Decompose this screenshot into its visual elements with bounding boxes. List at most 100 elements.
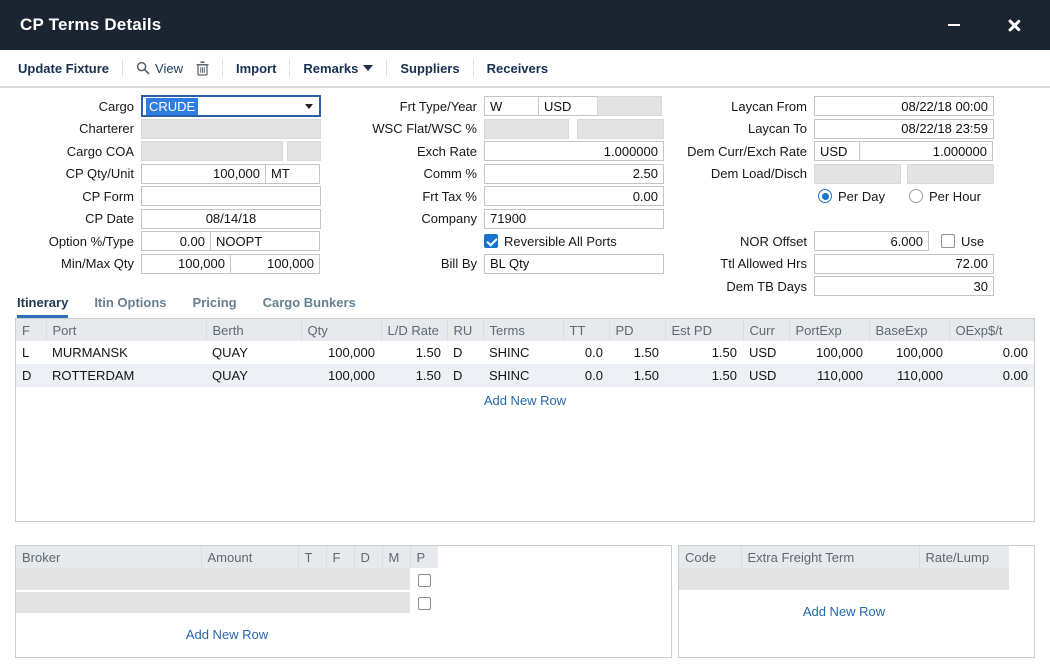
broker-add-new-row-link[interactable]: Add New Row (16, 627, 438, 642)
code-cell[interactable] (679, 568, 741, 591)
cell-est-pd[interactable]: 1.50 (665, 341, 743, 364)
reversible-checkbox[interactable] (484, 234, 498, 248)
broker-row-2[interactable] (16, 591, 438, 614)
cell-tt[interactable]: 0.0 (563, 341, 609, 364)
amount-cell[interactable] (201, 568, 298, 591)
cell-oexp[interactable]: 0.00 (949, 341, 1034, 364)
cell-portexp[interactable]: 110,000 (789, 364, 869, 387)
import-button[interactable]: Import (236, 61, 276, 76)
receivers-button[interactable]: Receivers (487, 61, 548, 76)
t-cell[interactable] (298, 568, 326, 591)
tab-itinerary[interactable]: Itinerary (17, 295, 68, 318)
rate-cell[interactable] (919, 568, 1009, 591)
cell-terms[interactable]: SHINC (483, 364, 563, 387)
cell-port[interactable]: MURMANSK (46, 341, 206, 364)
reversible-label: Reversible All Ports (504, 234, 617, 249)
delete-button[interactable] (196, 61, 209, 76)
cell-portexp[interactable]: 100,000 (789, 341, 869, 364)
cp-form-input[interactable] (141, 186, 321, 206)
extra-freight-panel: Code Extra Freight Term Rate/Lump Add Ne… (678, 545, 1035, 658)
tab-itin-options[interactable]: Itin Options (94, 295, 166, 318)
cell-terms[interactable]: SHINC (483, 341, 563, 364)
m-cell[interactable] (382, 568, 410, 591)
cp-date-input[interactable] (141, 209, 321, 229)
itinerary-row-1[interactable]: L MURMANSK QUAY 100,000 1.50 D SHINC 0.0… (16, 341, 1034, 364)
tab-cargo-bunkers[interactable]: Cargo Bunkers (263, 295, 356, 318)
minimize-icon (948, 24, 960, 27)
remarks-menu-button[interactable]: Remarks (303, 61, 373, 76)
cp-qty-input[interactable] (141, 164, 266, 184)
cell-est-pd[interactable]: 1.50 (665, 364, 743, 387)
max-qty-input[interactable] (230, 254, 320, 274)
dem-exch-rate-input[interactable] (859, 141, 993, 161)
frt-curr-input[interactable] (538, 96, 598, 116)
d-cell[interactable] (354, 591, 382, 614)
cell-qty[interactable]: 100,000 (301, 364, 381, 387)
broker-row-1[interactable] (16, 568, 438, 591)
nor-offset-input[interactable] (814, 231, 929, 251)
m-cell[interactable] (382, 591, 410, 614)
cell-tt[interactable]: 0.0 (563, 364, 609, 387)
d-cell[interactable] (354, 568, 382, 591)
cell-ru[interactable]: D (447, 364, 483, 387)
cell-ld-rate[interactable]: 1.50 (381, 341, 447, 364)
update-fixture-button[interactable]: Update Fixture (18, 61, 109, 76)
cell-f[interactable]: L (16, 341, 46, 364)
minimize-button[interactable] (946, 17, 962, 33)
bill-by-input[interactable] (484, 254, 664, 274)
broker-cell[interactable] (16, 568, 201, 591)
f-cell[interactable] (326, 568, 354, 591)
itinerary-add-new-row-link[interactable]: Add New Row (16, 393, 1034, 408)
itinerary-row-2[interactable]: D ROTTERDAM QUAY 100,000 1.50 D SHINC 0.… (16, 364, 1034, 387)
extra-freight-add-new-row-link[interactable]: Add New Row (679, 604, 1009, 619)
suppliers-button[interactable]: Suppliers (400, 61, 459, 76)
cell-baseexp[interactable]: 100,000 (869, 341, 949, 364)
view-button[interactable]: View (136, 61, 183, 76)
cell-baseexp[interactable]: 110,000 (869, 364, 949, 387)
cell-pd[interactable]: 1.50 (609, 341, 665, 364)
p-checkbox[interactable] (418, 574, 431, 587)
cell-oexp[interactable]: 0.00 (949, 364, 1034, 387)
cell-port[interactable]: ROTTERDAM (46, 364, 206, 387)
dem-tb-days-input[interactable] (814, 276, 994, 296)
charterer-row: Charterer (10, 118, 330, 141)
cell-berth[interactable]: QUAY (206, 341, 301, 364)
ttl-allowed-hrs-input[interactable] (814, 254, 994, 274)
cell-qty[interactable]: 100,000 (301, 341, 381, 364)
dem-curr-input[interactable] (814, 141, 860, 161)
cell-curr[interactable]: USD (743, 364, 789, 387)
wsc-label: WSC Flat/WSC % (350, 121, 484, 136)
exch-rate-input[interactable] (484, 141, 664, 161)
amount-cell[interactable] (201, 591, 298, 614)
term-cell[interactable] (741, 568, 919, 591)
cell-curr[interactable]: USD (743, 341, 789, 364)
cell-f[interactable]: D (16, 364, 46, 387)
per-day-radio[interactable] (818, 189, 832, 203)
per-hour-radio[interactable] (909, 189, 923, 203)
broker-header-row: Broker Amount T F D M P (16, 546, 438, 568)
cell-ld-rate[interactable]: 1.50 (381, 364, 447, 387)
option-pct-input[interactable] (141, 231, 211, 251)
t-cell[interactable] (298, 591, 326, 614)
cp-unit-input[interactable] (265, 164, 320, 184)
cell-pd[interactable]: 1.50 (609, 364, 665, 387)
cell-berth[interactable]: QUAY (206, 364, 301, 387)
cell-ru[interactable]: D (447, 341, 483, 364)
min-qty-input[interactable] (141, 254, 231, 274)
close-button[interactable] (1006, 17, 1022, 33)
option-type-input[interactable] (210, 231, 320, 251)
wsc-flat-field (484, 119, 569, 139)
broker-cell[interactable] (16, 591, 201, 614)
extra-freight-row-1[interactable] (679, 568, 1009, 591)
comm-input[interactable] (484, 164, 664, 184)
p-checkbox[interactable] (418, 597, 431, 610)
use-checkbox[interactable] (941, 234, 955, 248)
f-cell[interactable] (326, 591, 354, 614)
laycan-from-input[interactable] (814, 96, 994, 116)
tab-pricing[interactable]: Pricing (193, 295, 237, 318)
company-input[interactable] (484, 209, 664, 229)
frt-type-input[interactable] (484, 96, 539, 116)
laycan-to-input[interactable] (814, 119, 994, 139)
frt-tax-input[interactable] (484, 186, 664, 206)
cargo-select[interactable]: CRUDE (141, 95, 321, 117)
